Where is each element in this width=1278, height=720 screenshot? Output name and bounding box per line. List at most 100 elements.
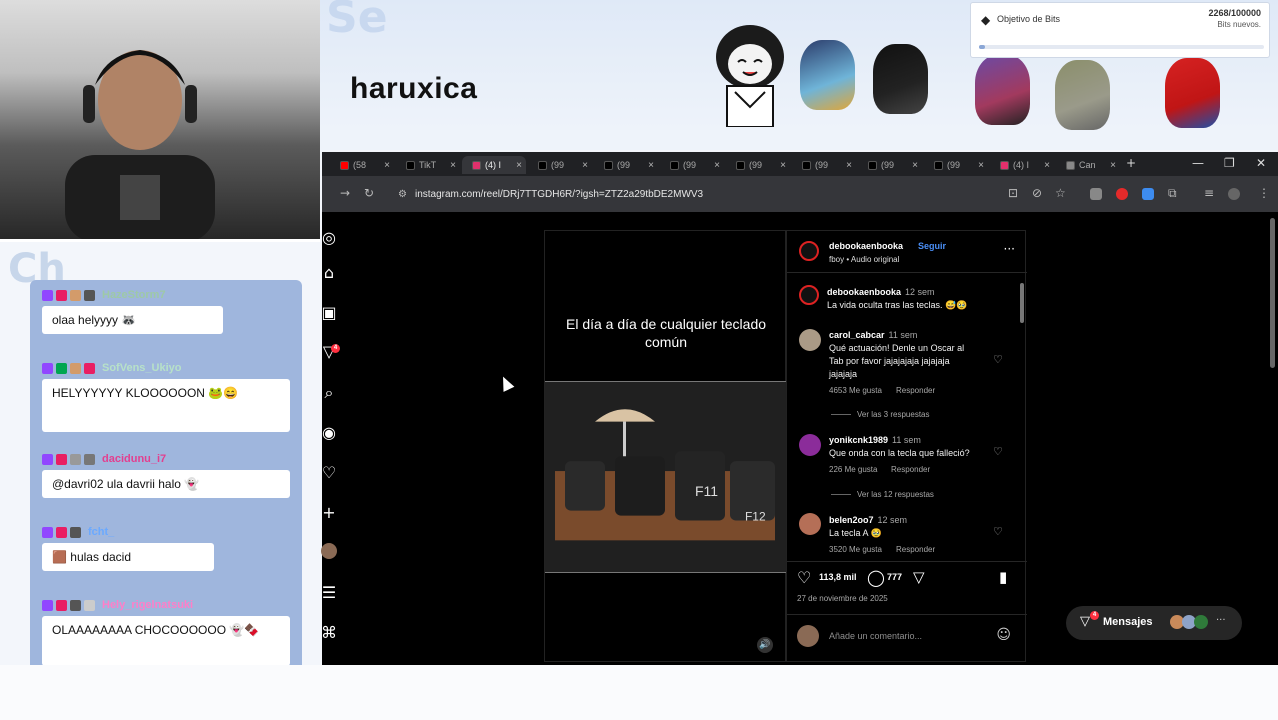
mute-icon[interactable]: 🔊: [757, 637, 773, 653]
close-window-button[interactable]: ✕: [1256, 156, 1266, 170]
comment-icon[interactable]: ◯: [867, 568, 885, 587]
browser-tab[interactable]: (99 ×: [528, 156, 592, 174]
reply-button[interactable]: Responder: [896, 545, 935, 554]
close-tab-icon[interactable]: ×: [450, 160, 456, 171]
close-tab-icon[interactable]: ×: [384, 160, 390, 171]
bookmark-star-icon[interactable]: ☆: [1055, 186, 1066, 200]
close-tab-icon[interactable]: ×: [582, 160, 588, 171]
follow-button[interactable]: Seguir: [918, 241, 946, 251]
close-tab-icon[interactable]: ×: [1044, 160, 1050, 171]
reply-button[interactable]: Responder: [891, 465, 930, 474]
comment-count[interactable]: 777: [887, 572, 902, 582]
extension-icon[interactable]: [1142, 188, 1154, 200]
comment-likes[interactable]: 3520 Me gusta: [829, 545, 882, 554]
restore-button[interactable]: ❐: [1224, 156, 1235, 170]
create-icon[interactable]: +: [319, 503, 339, 523]
tab-label: (58: [353, 160, 367, 170]
privacy-icon[interactable]: ⊘: [1032, 186, 1042, 200]
close-tab-icon[interactable]: ×: [780, 160, 786, 171]
reel-video[interactable]: El día a día de cualquier teclado común …: [544, 230, 787, 662]
save-icon[interactable]: ▮: [999, 568, 1007, 586]
author-avatar[interactable]: [799, 241, 819, 261]
profile-avatar[interactable]: [1228, 188, 1240, 200]
browser-tab[interactable]: (99 ×: [726, 156, 790, 174]
like-count[interactable]: 113,8 mil: [819, 572, 857, 582]
comment-likes[interactable]: 4653 Me gusta: [829, 386, 882, 395]
reply-button[interactable]: Responder: [896, 386, 935, 395]
close-tab-icon[interactable]: ×: [978, 160, 984, 171]
like-comment-icon[interactable]: ♡: [993, 353, 1003, 366]
close-tab-icon[interactable]: ×: [846, 160, 852, 171]
install-app-icon[interactable]: ⊡: [1008, 186, 1018, 200]
chat-username[interactable]: dacidunu_i7: [102, 453, 166, 465]
commenter-avatar[interactable]: [799, 329, 821, 351]
comments-scrollbar[interactable]: [1019, 281, 1025, 561]
browser-tab[interactable]: TikT ×: [396, 156, 460, 174]
media-controls-icon[interactable]: ≡: [1204, 186, 1214, 200]
browser-tab[interactable]: (4) I ×: [462, 156, 526, 174]
post-author[interactable]: debookaenbooka: [829, 241, 903, 251]
browser-tab[interactable]: (99 ×: [660, 156, 724, 174]
badge-icon: [70, 526, 81, 538]
chat-username[interactable]: Hely_rigelnatsuki: [102, 599, 193, 611]
view-replies-button[interactable]: Ver las 12 respuestas: [831, 490, 934, 499]
chat-username[interactable]: SofVens_Ukiyo: [102, 362, 181, 374]
forward-button[interactable]: →: [340, 186, 350, 200]
like-comment-icon[interactable]: ♡: [993, 525, 1003, 538]
search-icon[interactable]: ⌕: [319, 383, 339, 403]
extension-icon[interactable]: [1116, 188, 1128, 200]
browser-tab[interactable]: (58 ×: [330, 156, 394, 174]
comment-author[interactable]: carol_cabcar 11 sem: [829, 330, 917, 340]
more-options-icon[interactable]: ···: [1004, 242, 1015, 256]
my-avatar[interactable]: [797, 625, 819, 647]
chat-username[interactable]: HazeStorm7: [102, 289, 166, 301]
audio-info[interactable]: fboy • Audio original: [829, 255, 899, 264]
extension-icon[interactable]: [1090, 188, 1102, 200]
url-bar[interactable]: ⚙ instagram.com/reel/DRj7TTGDH6R/?igsh=Z…: [390, 183, 1022, 205]
new-tab-button[interactable]: +: [1126, 156, 1136, 170]
browser-tab[interactable]: (99 ×: [924, 156, 988, 174]
browser-menu-icon[interactable]: ⋮: [1258, 186, 1270, 200]
browser-tab[interactable]: (4) I ×: [990, 156, 1054, 174]
messages-button[interactable]: ▽ 4 Mensajes ···: [1066, 606, 1242, 640]
view-replies-button[interactable]: Ver las 3 respuestas: [831, 410, 929, 419]
browser-tab[interactable]: (99 ×: [594, 156, 658, 174]
close-tab-icon[interactable]: ×: [648, 160, 654, 171]
more-menu-icon[interactable]: ☰: [319, 583, 339, 603]
home-icon[interactable]: ⌂: [319, 263, 339, 283]
close-tab-icon[interactable]: ×: [516, 160, 522, 171]
browser-tab[interactable]: (99 ×: [858, 156, 922, 174]
close-tab-icon[interactable]: ×: [912, 160, 918, 171]
comment-author[interactable]: yonikcnk1989 11 sem: [829, 435, 921, 445]
like-icon[interactable]: ♡: [797, 568, 811, 587]
site-info-icon[interactable]: ⚙: [398, 189, 407, 200]
extensions-puzzle-icon[interactable]: ⧉: [1168, 186, 1177, 201]
close-tab-icon[interactable]: ×: [1110, 160, 1116, 171]
commenter-avatar[interactable]: [799, 513, 821, 535]
caption-author[interactable]: debookaenbooka 12 sem: [827, 287, 935, 297]
notifications-heart-icon[interactable]: ♡: [319, 463, 339, 483]
emoji-icon[interactable]: ☺: [996, 627, 1011, 643]
instagram-logo-icon[interactable]: ◎: [319, 228, 339, 248]
comment-likes[interactable]: 226 Me gusta: [829, 465, 877, 474]
browser-tab[interactable]: Can ×: [1056, 156, 1120, 174]
browser-tab[interactable]: (99 ×: [792, 156, 856, 174]
comment-author[interactable]: belen2oo7 12 sem: [829, 515, 907, 525]
reels-icon[interactable]: ▣: [319, 303, 339, 323]
threads-icon[interactable]: ⌘: [319, 623, 339, 643]
caption-author-avatar[interactable]: [799, 285, 819, 305]
add-comment-input[interactable]: Añade un comentario...: [829, 631, 922, 641]
commenter-avatar[interactable]: [799, 434, 821, 456]
minimize-button[interactable]: —: [1192, 156, 1204, 170]
explore-icon[interactable]: ◉: [319, 423, 339, 443]
reload-button[interactable]: ↻: [364, 186, 374, 200]
url-text[interactable]: instagram.com/reel/DRj7TTGDH6R/?igsh=ZTZ…: [415, 189, 703, 200]
page-scrollbar[interactable]: [1270, 218, 1276, 658]
like-comment-icon[interactable]: ♡: [993, 445, 1003, 458]
badge-icon: [42, 526, 53, 538]
address-bar-row: → ↻ ⚙ instagram.com/reel/DRj7TTGDH6R/?ig…: [322, 176, 1278, 212]
share-icon[interactable]: ▽: [913, 568, 925, 586]
profile-avatar[interactable]: [319, 543, 339, 563]
chat-username[interactable]: fcht_: [88, 526, 114, 538]
close-tab-icon[interactable]: ×: [714, 160, 720, 171]
